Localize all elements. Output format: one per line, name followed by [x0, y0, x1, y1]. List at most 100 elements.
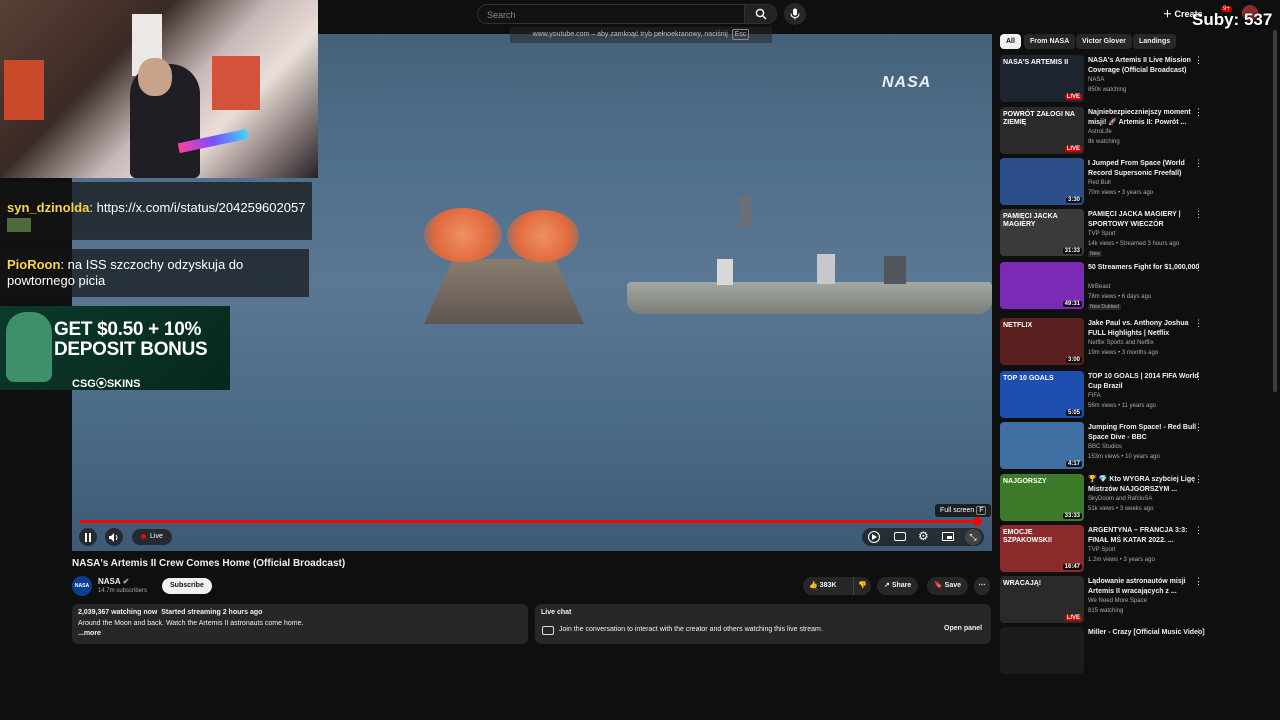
recommended-channel[interactable]: FIFA: [1088, 393, 1101, 399]
recommended-channel[interactable]: TVP Sport: [1088, 231, 1116, 237]
more-options-icon[interactable]: ⋮: [1194, 158, 1203, 169]
more-options-icon[interactable]: ⋮: [1194, 318, 1203, 329]
video-thumbnail[interactable]: WRACAJĄ! LIVE: [1000, 576, 1084, 623]
description-more[interactable]: ...more: [78, 630, 101, 637]
like-count: 383K: [819, 582, 837, 589]
recommended-title[interactable]: I Jumped From Space (World Record Supers…: [1088, 159, 1206, 179]
recommended-video[interactable]: NASA'S ARTEMIS II LIVE NASA's Artemis II L…: [1000, 55, 1270, 102]
settings-button[interactable]: ⚙: [918, 529, 929, 543]
exit-fullscreen-button[interactable]: ⤡: [965, 529, 981, 545]
video-thumbnail[interactable]: NETFLIX 3:00: [1000, 318, 1084, 365]
recommended-channel[interactable]: NASA: [1088, 77, 1104, 83]
recommended-channel[interactable]: BBC Studios: [1088, 444, 1122, 450]
recommended-video[interactable]: NAJGORSZY 33:33 🏆 💎 Kto WYGRA szybciej Lig…: [1000, 474, 1270, 521]
subscribe-button[interactable]: Subscribe: [162, 578, 212, 594]
recommended-video[interactable]: 4:17 Jumping From Space! - Red Bull Space…: [1000, 422, 1270, 469]
volume-icon: [109, 532, 118, 542]
more-options-icon[interactable]: ⋮: [1194, 576, 1203, 587]
recommended-channel[interactable]: MrBeast: [1088, 284, 1110, 290]
recommended-video[interactable]: TOP 10 GOALS 5:05 TOP 10 GOALS | 2014 FIFA…: [1000, 371, 1270, 418]
recommended-title[interactable]: Lądowanie astronautów misji Artemis II w…: [1088, 577, 1206, 597]
video-thumbnail[interactable]: TOP 10 GOALS 5:05: [1000, 371, 1084, 418]
overlay-chat-message: PioRoon: na ISS szczochy odzyskuja do po…: [0, 249, 309, 297]
sidebar-scrollbar[interactable]: [1273, 30, 1277, 392]
recommended-title[interactable]: Miller - Crazy [Official Music Video]: [1088, 628, 1206, 638]
recommended-title[interactable]: NASA's Artemis II Live Mission Coverage …: [1088, 56, 1206, 76]
save-button[interactable]: 🔖 Save: [927, 577, 969, 595]
more-options-icon[interactable]: ⋮: [1194, 209, 1203, 220]
recommended-title[interactable]: Jumping From Space! - Red Bull Space Div…: [1088, 423, 1206, 443]
live-indicator[interactable]: Live: [132, 529, 172, 545]
recommended-channel[interactable]: Red Bull: [1088, 180, 1111, 186]
more-options-icon[interactable]: ⋮: [1194, 262, 1203, 273]
recommended-channel[interactable]: TVP Sport: [1088, 547, 1116, 553]
channel-avatar[interactable]: NASA: [72, 576, 92, 596]
recommended-video[interactable]: 49:31 50 Streamers Fight for $1,000,000 Mr…: [1000, 262, 1270, 310]
description-box[interactable]: 2,039,367 watching now Started streaming…: [72, 604, 528, 644]
voice-search-button[interactable]: [784, 3, 806, 25]
recommended-video[interactable]: 3:30 I Jumped From Space (World Record Su…: [1000, 158, 1270, 205]
more-options-icon[interactable]: ⋮: [1194, 371, 1203, 382]
search-input[interactable]: Search: [477, 4, 745, 24]
live-dot-icon: [141, 533, 146, 539]
recommended-meta: 51k views • 3 weeks ago: [1088, 506, 1154, 512]
autoplay-toggle[interactable]: [868, 531, 880, 543]
more-options-icon[interactable]: ⋮: [1194, 422, 1203, 433]
chip-all[interactable]: All: [1000, 34, 1021, 49]
open-chat-panel-button[interactable]: Open panel: [944, 625, 982, 632]
like-button[interactable]: 👍 383K: [809, 577, 836, 595]
progress-bar[interactable]: [80, 520, 977, 523]
more-actions-button[interactable]: ⋯: [974, 577, 990, 595]
recommended-title[interactable]: 50 Streamers Fight for $1,000,000: [1088, 263, 1206, 273]
overlay-chat-message: syn_dzinolda: https://x.com/i/status/204…: [0, 182, 312, 240]
video-thumbnail[interactable]: 4:17: [1000, 422, 1084, 469]
pause-button[interactable]: [79, 528, 97, 546]
recommended-video[interactable]: Miller - Crazy [Official Music Video] ⋮: [1000, 627, 1270, 674]
sponsor-brand: CSG⦿SKINS: [72, 378, 141, 390]
more-icon: ⋯: [978, 582, 986, 589]
recommended-channel[interactable]: We Need More Space: [1088, 598, 1147, 604]
more-options-icon[interactable]: ⋮: [1194, 525, 1203, 536]
chip-landings[interactable]: Landings: [1133, 34, 1177, 49]
more-options-icon[interactable]: ⋮: [1194, 55, 1203, 66]
more-options-icon[interactable]: ⋮: [1194, 107, 1203, 118]
recommended-video[interactable]: WRACAJĄ! LIVE Lądowanie astronautów misji …: [1000, 576, 1270, 623]
recommended-video[interactable]: EMOCJE SZPAKOWSKI! 16:47 ARGENTYNA – FRANC…: [1000, 525, 1270, 572]
miniplayer-button[interactable]: [942, 532, 954, 541]
recommended-title[interactable]: PAMIĘCI JACKA MAGIERY | SPORTOWY WIECZÓR: [1088, 210, 1206, 230]
captions-button[interactable]: [894, 532, 906, 541]
video-thumbnail[interactable]: PAMIĘCI JACKA MAGIERY 31:33: [1000, 209, 1084, 256]
video-thumbnail[interactable]: 49:31: [1000, 262, 1084, 309]
exit-fullscreen-icon: ⤡: [969, 532, 977, 542]
recommended-channel[interactable]: SkyDoom and RafciuSA: [1088, 496, 1152, 502]
video-thumbnail[interactable]: NASA'S ARTEMIS II LIVE: [1000, 55, 1084, 102]
video-thumbnail[interactable]: EMOCJE SZPAKOWSKI! 16:47: [1000, 525, 1084, 572]
video-thumbnail[interactable]: POWRÓT ZAŁOGI NA ZIEMIĘ LIVE: [1000, 107, 1084, 154]
recommended-title[interactable]: Najniebezpieczniejszy moment misji! 🚀 Ar…: [1088, 108, 1206, 128]
recommended-video[interactable]: POWRÓT ZAŁOGI NA ZIEMIĘ LIVE Najniebezpiec…: [1000, 107, 1270, 154]
recommended-channel[interactable]: AstroLife: [1088, 129, 1112, 135]
recommended-video[interactable]: PAMIĘCI JACKA MAGIERY 31:33 PAMIĘCI JACKA …: [1000, 209, 1270, 257]
recommended-meta: 56m views • 11 years ago: [1088, 403, 1157, 409]
dislike-button[interactable]: 👎: [853, 577, 867, 595]
share-button[interactable]: ↗ Share: [877, 577, 919, 595]
more-options-icon[interactable]: ⋮: [1194, 627, 1203, 638]
more-options-icon[interactable]: ⋮: [1194, 474, 1203, 485]
channel-name[interactable]: NASA ✔: [98, 577, 129, 586]
chip-victor-glover[interactable]: Victor Glover: [1076, 34, 1132, 49]
recommended-title[interactable]: 🏆 💎 Kto WYGRA szybciej Ligę Mistrzów NAJ…: [1088, 475, 1206, 495]
recovery-boat: [627, 282, 992, 314]
share-label: Share: [891, 582, 912, 589]
chip-from-nasa[interactable]: From NASA: [1024, 34, 1076, 49]
search-button[interactable]: [745, 4, 777, 24]
progress-scrubber[interactable]: [973, 517, 982, 526]
video-thumbnail[interactable]: 3:30: [1000, 158, 1084, 205]
recommended-video[interactable]: NETFLIX 3:00 Jake Paul vs. Anthony Joshua …: [1000, 318, 1270, 365]
volume-button[interactable]: [105, 528, 123, 546]
recommended-title[interactable]: Jake Paul vs. Anthony Joshua FULL Highli…: [1088, 319, 1206, 339]
recommended-title[interactable]: ARGENTYNA – FRANCJA 3:3: FINAŁ MŚ KATAR …: [1088, 526, 1206, 546]
recommended-title[interactable]: TOP 10 GOALS | 2014 FIFA World Cup Brazi…: [1088, 372, 1206, 392]
video-thumbnail[interactable]: NAJGORSZY 33:33: [1000, 474, 1084, 521]
recommended-channel[interactable]: Netflix Sports and Netflix: [1088, 340, 1154, 346]
video-thumbnail[interactable]: [1000, 627, 1084, 674]
